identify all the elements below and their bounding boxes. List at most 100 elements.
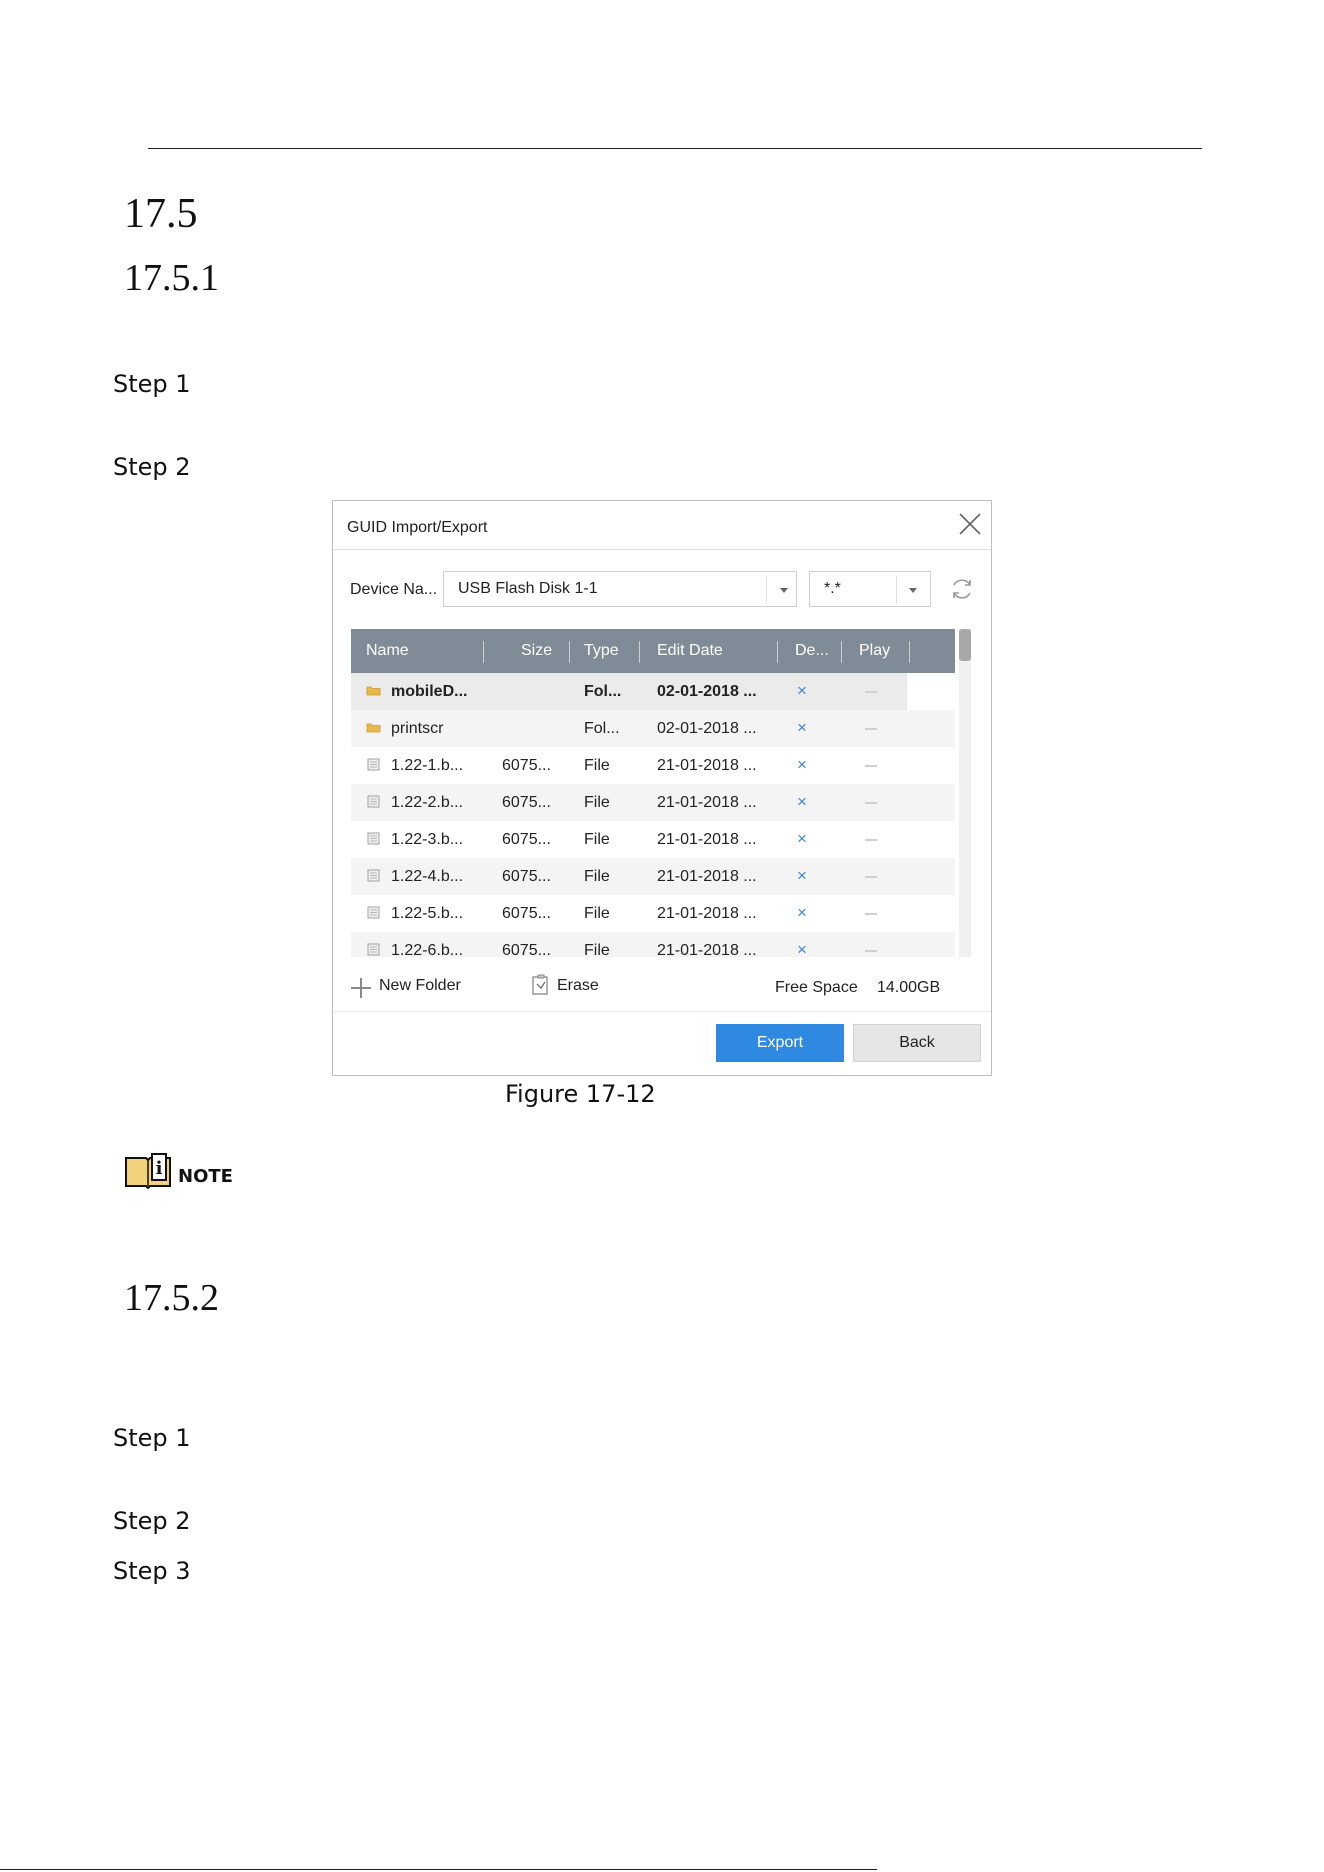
table-row[interactable]: 1.22-4.b... 6075... File 21-01-2018 ... ×	[351, 858, 955, 895]
file-filter-select[interactable]: *.*	[809, 571, 931, 607]
step-label: Step 3	[113, 1557, 191, 1585]
back-button[interactable]: Back	[853, 1024, 981, 1062]
file-type-cell: File	[584, 942, 610, 957]
delete-icon[interactable]: ×	[797, 681, 807, 701]
footer-divider	[333, 1011, 991, 1012]
table-row[interactable]: 1.22-3.b... 6075... File 21-01-2018 ... ×	[351, 821, 955, 858]
folder-icon	[366, 723, 381, 733]
select-divider	[766, 576, 767, 604]
column-header-type[interactable]: Type	[584, 642, 619, 660]
file-icon	[367, 906, 380, 919]
guid-import-export-dialog: GUID Import/Export Device Na... USB Flas…	[332, 500, 992, 1076]
file-name-cell: mobileD...	[391, 683, 468, 700]
file-name-cell: 1.22-5.b...	[391, 905, 464, 922]
chevron-down-icon	[909, 588, 917, 593]
file-type-cell: Fol...	[584, 683, 622, 700]
new-folder-label: New Folder	[379, 977, 461, 994]
file-table: Name Size Type Edit Date De... Play mobi…	[351, 629, 971, 957]
play-disabled-icon	[865, 839, 877, 841]
dialog-divider	[333, 549, 991, 550]
footer-rule	[0, 1869, 877, 1870]
device-name-label: Device Na...	[350, 581, 438, 598]
edit-date-cell: 21-01-2018 ...	[657, 757, 757, 774]
table-row[interactable]: printscr Fol... 02-01-2018 ... ×	[351, 710, 955, 747]
edit-date-cell: 21-01-2018 ...	[657, 905, 757, 922]
table-row[interactable]: mobileD... Fol... 02-01-2018 ... ×	[351, 673, 907, 710]
file-type-cell: Fol...	[584, 720, 620, 737]
table-row[interactable]: 1.22-5.b... 6075... File 21-01-2018 ... ×	[351, 895, 955, 932]
delete-icon[interactable]: ×	[797, 718, 807, 738]
column-divider	[777, 641, 778, 663]
file-name-cell: printscr	[391, 720, 444, 737]
device-select[interactable]: USB Flash Disk 1-1	[443, 571, 797, 607]
close-icon[interactable]	[955, 509, 985, 539]
note-icon-letter: i	[156, 1158, 163, 1179]
play-disabled-icon	[865, 728, 877, 730]
delete-icon[interactable]: ×	[797, 829, 807, 849]
edit-date-cell: 21-01-2018 ...	[657, 942, 757, 957]
file-name-cell: 1.22-6.b...	[391, 942, 464, 957]
file-name-cell: 1.22-4.b...	[391, 868, 464, 885]
note-label: NOTE	[178, 1166, 233, 1187]
column-divider	[569, 641, 570, 663]
delete-icon[interactable]: ×	[797, 866, 807, 886]
free-space-value: 14.00GB	[877, 979, 941, 996]
export-button[interactable]: Export	[716, 1024, 844, 1062]
delete-icon[interactable]: ×	[797, 755, 807, 775]
plus-icon	[351, 978, 371, 998]
file-size-cell: 6075...	[502, 831, 551, 848]
play-disabled-icon	[865, 913, 877, 915]
device-select-value: USB Flash Disk 1-1	[458, 580, 598, 597]
section-heading: 17.5	[124, 191, 198, 237]
scrollbar-track[interactable]	[959, 629, 971, 957]
file-icon	[367, 943, 380, 956]
file-type-cell: File	[584, 868, 610, 885]
delete-icon[interactable]: ×	[797, 792, 807, 812]
erase-label: Erase	[557, 977, 599, 994]
table-row[interactable]: 1.22-2.b... 6075... File 21-01-2018 ... ×	[351, 784, 955, 821]
select-divider	[896, 576, 897, 604]
column-header-delete[interactable]: De...	[795, 642, 829, 660]
file-type-cell: File	[584, 831, 610, 848]
edit-date-cell: 02-01-2018 ...	[657, 720, 757, 737]
column-divider	[639, 641, 640, 663]
column-header-name[interactable]: Name	[366, 642, 409, 660]
file-type-cell: File	[584, 757, 610, 774]
step-label: Step 1	[113, 370, 191, 398]
file-icon	[367, 869, 380, 882]
figure-caption: Figure 17-12	[505, 1080, 656, 1108]
play-disabled-icon	[865, 802, 877, 804]
table-row[interactable]: 1.22-1.b... 6075... File 21-01-2018 ... ×	[351, 747, 955, 784]
step-label: Step 2	[113, 1507, 191, 1535]
free-space-label: Free Space	[775, 979, 858, 996]
refresh-icon[interactable]	[949, 576, 975, 602]
column-header-size[interactable]: Size	[521, 642, 552, 660]
delete-icon[interactable]: ×	[797, 903, 807, 923]
file-icon	[367, 795, 380, 808]
erase-icon	[532, 974, 548, 995]
file-size-cell: 6075...	[502, 905, 551, 922]
file-size-cell: 6075...	[502, 942, 551, 957]
file-name-cell: 1.22-2.b...	[391, 794, 464, 811]
delete-icon[interactable]: ×	[797, 940, 807, 957]
file-size-cell: 6075...	[502, 757, 551, 774]
folder-icon	[366, 686, 381, 696]
step-label: Step 2	[113, 453, 191, 481]
header-rule	[148, 148, 1202, 149]
file-name-cell: 1.22-3.b...	[391, 831, 464, 848]
edit-date-cell: 21-01-2018 ...	[657, 831, 757, 848]
subsection-heading-1: 17.5.1	[124, 257, 219, 299]
file-type-cell: File	[584, 905, 610, 922]
filter-select-value: *.*	[824, 580, 841, 597]
scrollbar-thumb[interactable]	[959, 629, 971, 661]
edit-date-cell: 02-01-2018 ...	[657, 683, 757, 700]
table-row[interactable]: 1.22-6.b... 6075... File 21-01-2018 ... ×	[351, 932, 955, 957]
column-divider	[909, 641, 910, 663]
edit-date-cell: 21-01-2018 ...	[657, 794, 757, 811]
dialog-title: GUID Import/Export	[347, 519, 488, 536]
column-header-play[interactable]: Play	[859, 642, 890, 660]
subsection-heading-2: 17.5.2	[124, 1277, 219, 1319]
file-icon	[367, 758, 380, 771]
column-header-edit-date[interactable]: Edit Date	[657, 642, 723, 660]
file-size-cell: 6075...	[502, 794, 551, 811]
